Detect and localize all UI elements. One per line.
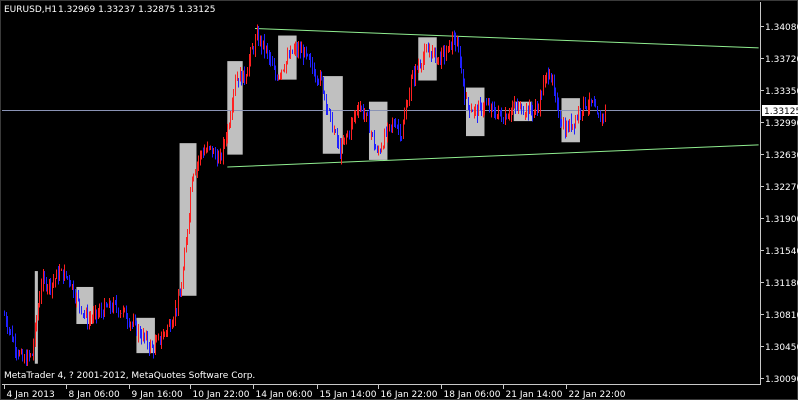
- time-label-3: 10 Jan 22:00: [193, 390, 250, 400]
- time-label-0: 4 Jan 2013: [7, 390, 55, 400]
- price-label-2: 1.33350: [765, 87, 798, 97]
- price-label-0: 1.34080: [765, 23, 798, 33]
- time-label-7: 18 Jan 06:00: [444, 390, 501, 400]
- zone-box-4: [179, 143, 197, 296]
- time-axis: 4 Jan 2013 8 Jan 06:00 9 Jan 16:00 10 Jan 2…: [4, 384, 626, 400]
- price-label-3: 1.32990: [765, 119, 798, 129]
- price-label-11: 1.30090: [765, 375, 798, 385]
- price-label-7: 1.31540: [765, 247, 798, 257]
- price-label-6: 1.31900: [765, 215, 798, 225]
- candles-layer: [4, 24, 606, 367]
- chart-frame: [0, 0, 798, 400]
- price-axis: 1.34080 1.33720 1.33350 1.32990 1.32630 1.322…: [760, 23, 798, 385]
- lower-trendline: [227, 144, 759, 168]
- time-label-6: 16 Jan 22:00: [381, 390, 438, 400]
- price-chart[interactable]: 1.34080 1.33720 1.33350 1.32990 1.32630 1.322…: [0, 0, 798, 400]
- price-label-9: 1.30810: [765, 311, 798, 321]
- current-price-tag: 1.33125: [762, 105, 798, 117]
- price-label-4: 1.32630: [765, 151, 798, 161]
- time-label-2: 9 Jan 16:00: [132, 390, 184, 400]
- zones-layer: [34, 35, 580, 364]
- upper-trendline: [255, 27, 759, 49]
- chart-window[interactable]: 1.34080 1.33720 1.33350 1.32990 1.32630 1.322…: [0, 0, 798, 400]
- time-label-9: 22 Jan 22:00: [569, 390, 626, 400]
- price-label-10: 1.30450: [765, 343, 798, 353]
- price-label-1: 1.33720: [765, 55, 798, 65]
- copyright-footer: MetaTrader 4, ? 2001-2012, MetaQuotes So…: [4, 371, 255, 381]
- time-label-4: 14 Jan 06:00: [256, 390, 313, 400]
- time-label-5: 15 Jan 14:00: [320, 390, 377, 400]
- current-price-tag-label: 1.33125: [764, 107, 798, 117]
- symbol-timeframe-label: EURUSD,H1: [4, 5, 57, 15]
- time-label-1: 8 Jan 06:00: [69, 390, 121, 400]
- time-label-8: 21 Jan 14:00: [506, 390, 563, 400]
- zone-box-9: [418, 37, 437, 81]
- ohlc-values: 1.32969 1.33237 1.32875 1.33125: [58, 5, 215, 15]
- price-label-5: 1.32270: [765, 183, 798, 193]
- price-label-8: 1.31180: [765, 279, 798, 289]
